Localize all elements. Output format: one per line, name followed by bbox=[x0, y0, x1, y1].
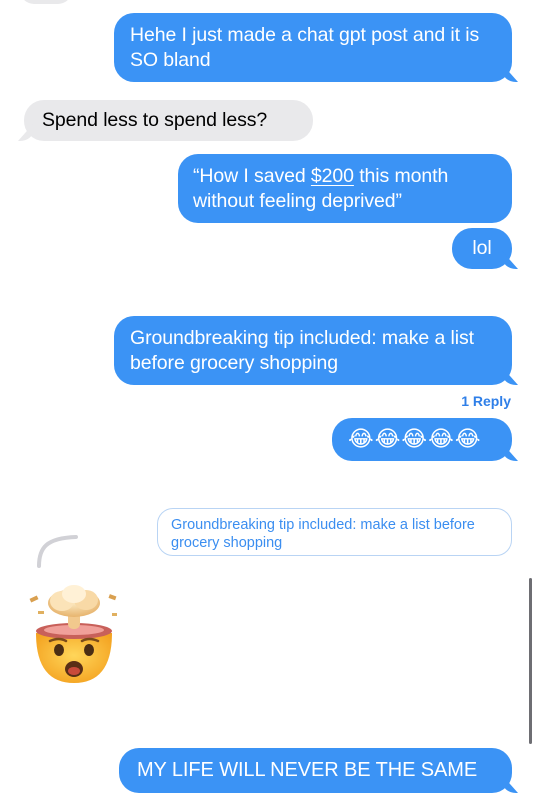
exploding-head-emoji[interactable] bbox=[24, 583, 124, 685]
message-text: MY LIFE WILL NEVER BE THE SAME bbox=[137, 759, 478, 781]
quoted-text: Groundbreaking tip included: make a list… bbox=[171, 517, 475, 551]
message-outgoing-emoji[interactable]: 😂😂😂😂😂 bbox=[332, 418, 512, 461]
laughing-emoji-row: 😂😂😂😂😂 bbox=[348, 426, 482, 451]
message-text: Spend less to spend less? bbox=[42, 109, 268, 131]
reply-count-link[interactable]: 1 Reply bbox=[461, 393, 511, 409]
message-text: lol bbox=[472, 237, 492, 259]
message-text: “How I saved bbox=[193, 165, 311, 187]
message-outgoing[interactable]: Hehe I just made a chat gpt post and it … bbox=[114, 13, 512, 82]
money-link[interactable]: $200 bbox=[311, 165, 354, 187]
scrollbar-thumb[interactable] bbox=[529, 578, 532, 744]
message-incoming[interactable]: Spend less to spend less? bbox=[24, 100, 313, 141]
quoted-reply-bubble[interactable]: Groundbreaking tip included: make a list… bbox=[157, 508, 512, 556]
message-outgoing[interactable]: MY LIFE WILL NEVER BE THE SAME bbox=[119, 748, 512, 793]
partial-top-bubble bbox=[20, 0, 72, 4]
message-outgoing[interactable]: Groundbreaking tip included: make a list… bbox=[114, 316, 512, 385]
message-outgoing[interactable]: “How I saved $200 this month without fee… bbox=[178, 154, 512, 223]
message-text: Groundbreaking tip included: make a list… bbox=[130, 327, 474, 374]
message-text: Hehe I just made a chat gpt post and it … bbox=[130, 24, 480, 71]
message-outgoing[interactable]: lol bbox=[452, 228, 512, 269]
reply-thread-line bbox=[37, 535, 78, 568]
